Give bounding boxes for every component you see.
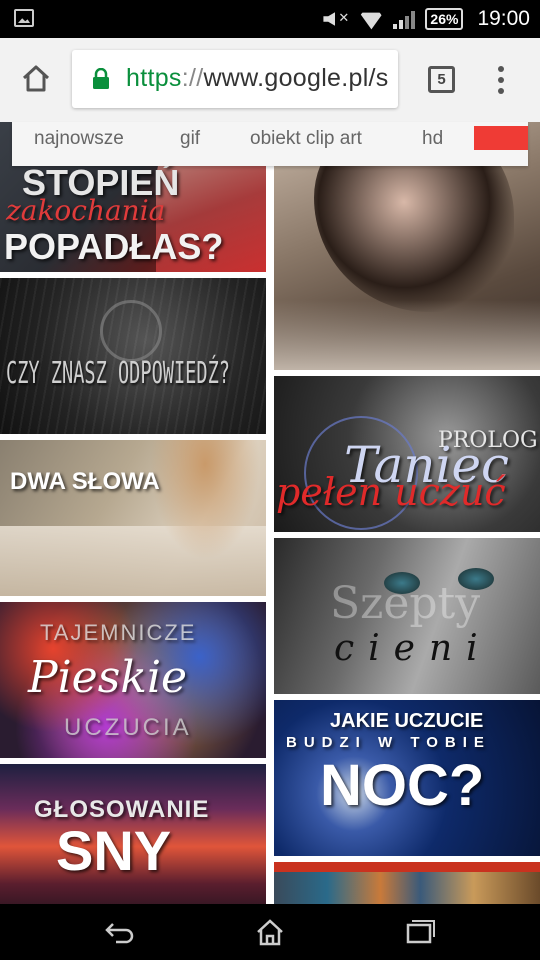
- image-result[interactable]: DWA SŁOWA: [0, 440, 266, 596]
- signal-icon: [393, 9, 416, 29]
- image-caption: pełen uczuć: [276, 470, 506, 514]
- home-icon: [22, 65, 50, 92]
- chip-color-red[interactable]: [474, 126, 528, 150]
- status-bar: 26% 19:00: [0, 0, 540, 38]
- image-caption: CZY ZNASZ ODPOWIEDŹ?: [6, 356, 230, 391]
- image-results-grid: STOPIEŃ zakochania POPADŁAS? CZY ZNASZ O…: [0, 122, 540, 904]
- image-result[interactable]: TAJEMNICZE Pieskie UCZUCIA: [0, 602, 266, 758]
- back-icon: [105, 923, 134, 944]
- image-result[interactable]: CZY ZNASZ ODPOWIEDŹ?: [0, 278, 266, 434]
- image-caption: DWA SŁOWA: [10, 468, 160, 495]
- address-bar[interactable]: https://www.google.pl/s: [72, 50, 398, 108]
- wifi-icon: [359, 9, 383, 29]
- more-vert-icon[interactable]: [498, 66, 506, 96]
- image-caption: zakochania: [6, 194, 166, 227]
- nav-home-icon: [257, 919, 283, 946]
- image-result[interactable]: [274, 862, 540, 904]
- image-caption: NOC?: [320, 753, 485, 818]
- image-caption: JAKIE UCZUCIE: [330, 710, 484, 732]
- system-nav-bar: [0, 904, 540, 960]
- url-scheme: https: [126, 64, 182, 92]
- search-filter-bar: najnowsze gif obiekt clip art hd: [12, 122, 528, 166]
- chip-najnowsze[interactable]: najnowsze: [34, 128, 124, 150]
- image-caption: SNY: [56, 819, 172, 882]
- url-text: https://www.google.pl/s: [126, 64, 389, 93]
- url-separator: ://: [181, 64, 204, 92]
- tab-switcher-button[interactable]: 5: [428, 66, 455, 93]
- nav-home-button[interactable]: [254, 918, 286, 946]
- image-caption: UCZUCIA: [64, 714, 192, 741]
- lock-icon: [93, 68, 109, 89]
- recent-apps-icon: [406, 920, 435, 944]
- image-notification-icon: [14, 9, 34, 27]
- image-result[interactable]: PROLOG Taniec pełen uczuć: [274, 376, 540, 532]
- image-caption: Szepty: [330, 578, 481, 629]
- image-result[interactable]: Szepty cieni: [274, 538, 540, 694]
- home-button[interactable]: [20, 62, 52, 94]
- clock: 19:00: [477, 7, 530, 30]
- image-caption: POPADŁAS?: [4, 226, 224, 267]
- back-button[interactable]: [104, 918, 136, 946]
- browser-toolbar: https://www.google.pl/s 5: [0, 38, 540, 122]
- image-caption: TAJEMNICZE: [40, 620, 197, 645]
- chip-hd[interactable]: hd: [422, 128, 443, 150]
- url-host: www.google.pl/s: [203, 64, 389, 92]
- image-result[interactable]: GŁOSOWANIE SNY: [0, 764, 266, 904]
- mute-icon: [323, 8, 349, 30]
- image-result[interactable]: JAKIE UCZUCIE BUDZI W TOBIE NOC?: [274, 700, 540, 856]
- chip-clip-art[interactable]: obiekt clip art: [250, 128, 362, 150]
- image-caption: cieni: [334, 628, 492, 669]
- battery-indicator: 26%: [425, 8, 464, 30]
- image-caption: BUDZI W TOBIE: [286, 734, 491, 751]
- chip-gif[interactable]: gif: [180, 128, 200, 150]
- recent-apps-button[interactable]: [404, 918, 436, 946]
- image-caption: Pieskie: [28, 652, 188, 703]
